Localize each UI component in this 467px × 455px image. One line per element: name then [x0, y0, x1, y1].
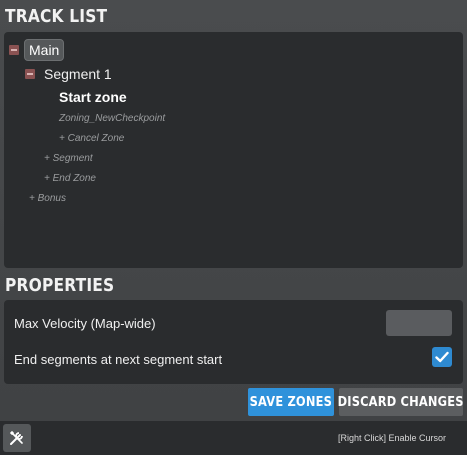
cursor-hint-text: [Right Click] Enable Cursor	[337, 433, 446, 443]
save-zones-button[interactable]: SAVE ZONES	[248, 388, 334, 416]
properties-panel: Max Velocity (Map-wide) End segments at …	[4, 300, 463, 384]
track-list-title: TRACK LIST	[5, 6, 108, 27]
tree-node-start-zone[interactable]: Start zone	[59, 89, 127, 105]
discard-changes-button[interactable]: DISCARD CHANGES	[337, 388, 465, 416]
checkmark-icon	[435, 351, 449, 363]
footer-bar: [Right Click] Enable Cursor	[0, 421, 467, 455]
tree-node-segment-label[interactable]: Segment 1	[44, 66, 112, 82]
properties-title: PROPERTIES	[5, 275, 115, 296]
tree-node-main-label[interactable]: Main	[24, 39, 65, 61]
track-tree-panel: Main Segment 1 Start zone Zoning_NewChec…	[4, 32, 463, 268]
add-cancel-zone-link[interactable]: + Cancel Zone	[59, 133, 124, 144]
save-zones-label: SAVE ZONES	[249, 394, 333, 410]
collapse-icon[interactable]	[25, 69, 35, 79]
tree-node-checkpoint[interactable]: Zoning_NewCheckpoint	[59, 113, 165, 124]
collapse-icon[interactable]	[9, 45, 19, 55]
tree-node-main[interactable]: Main	[9, 39, 65, 61]
add-bonus-link[interactable]: + Bonus	[29, 193, 66, 204]
max-velocity-input[interactable]	[386, 310, 452, 336]
max-velocity-label: Max Velocity (Map-wide)	[14, 316, 156, 331]
end-segments-checkbox[interactable]	[432, 347, 452, 367]
add-end-zone-link[interactable]: + End Zone	[44, 173, 96, 184]
tree-node-segment-1[interactable]: Segment 1	[25, 66, 112, 82]
wrench-screwdriver-icon	[9, 430, 23, 445]
end-segments-label: End segments at next segment start	[14, 352, 223, 367]
zoning-tool-button[interactable]	[3, 424, 31, 452]
discard-changes-label: DISCARD CHANGES	[337, 394, 465, 410]
add-segment-link[interactable]: + Segment	[44, 153, 93, 164]
